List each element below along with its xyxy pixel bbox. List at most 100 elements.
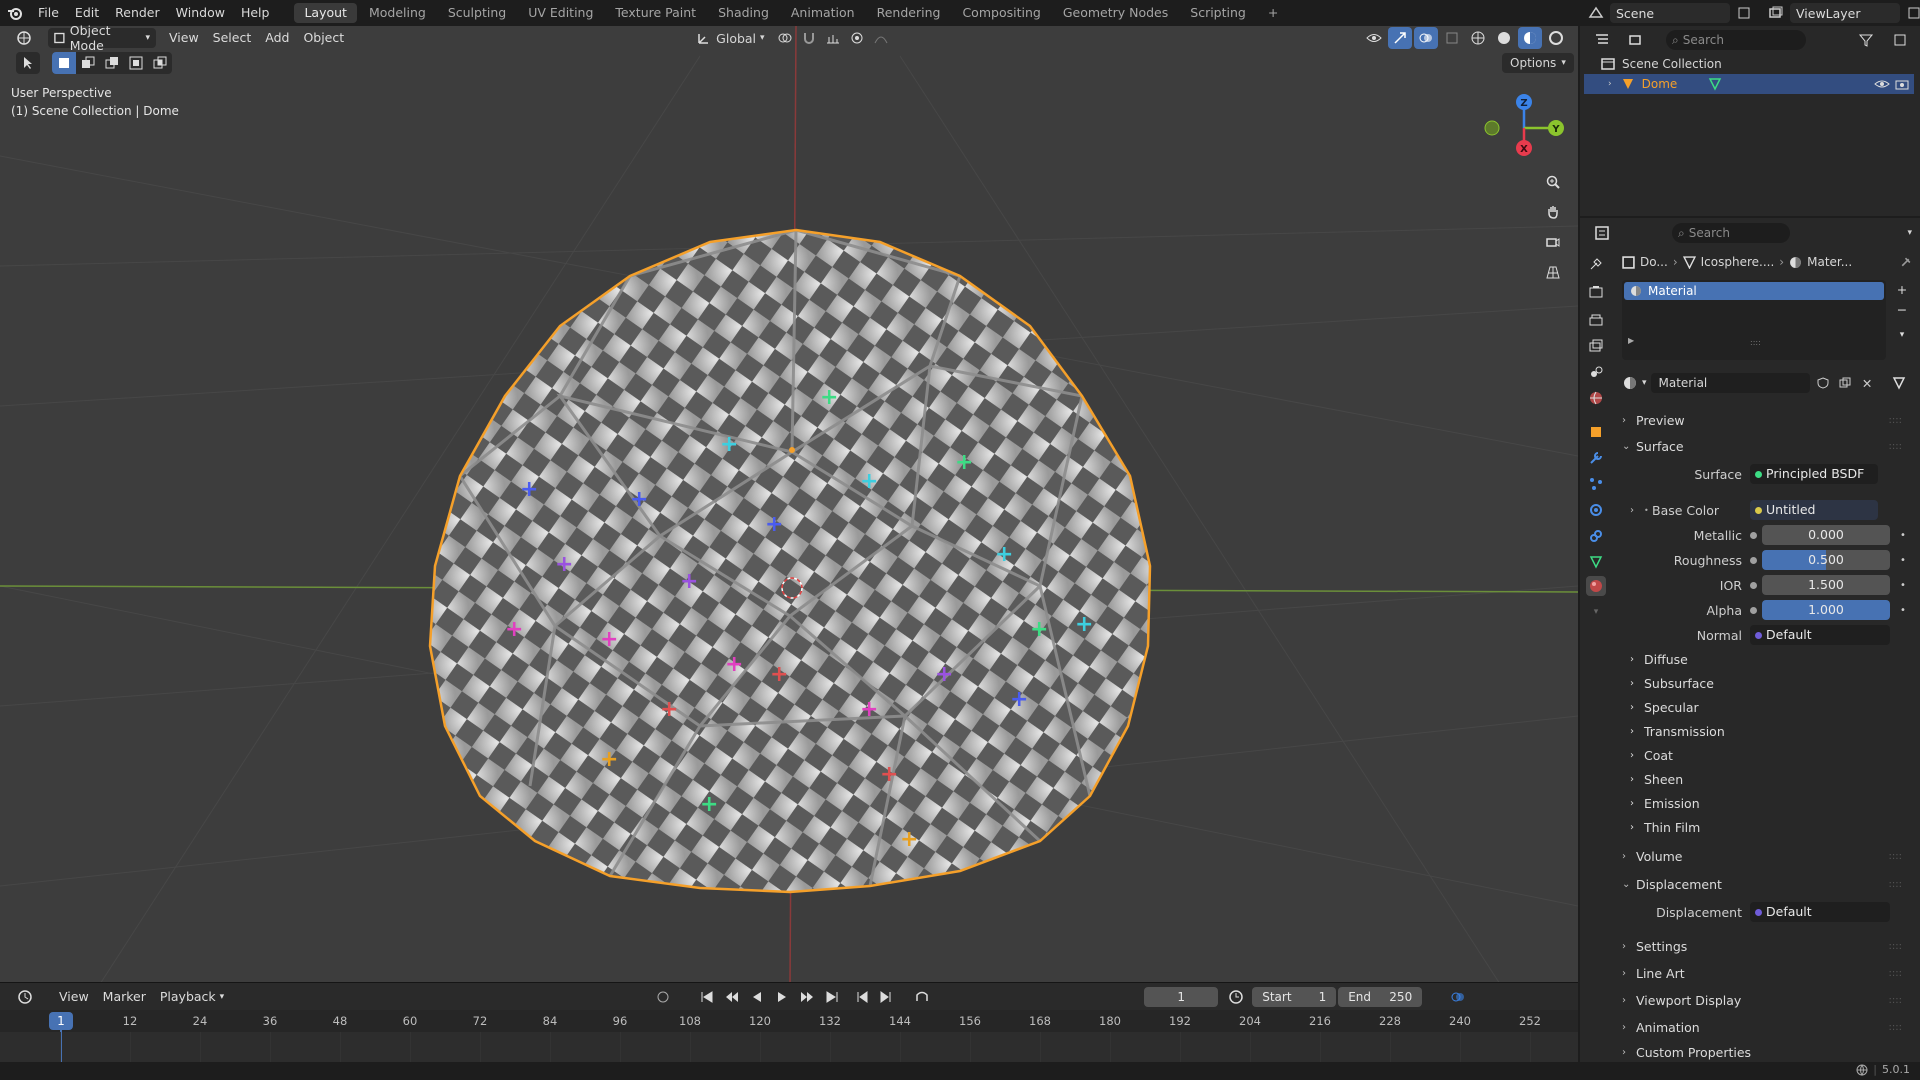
- snap-icon[interactable]: [797, 27, 821, 49]
- end-frame-field[interactable]: End 250: [1338, 986, 1423, 1007]
- output-tab-icon[interactable]: [1586, 310, 1606, 330]
- subpanel-diffuse[interactable]: › Diffuse: [1630, 648, 1900, 670]
- mesh-data-icon[interactable]: [1707, 76, 1723, 92]
- subtract-selection-icon[interactable]: [100, 52, 124, 74]
- material-browse-icon[interactable]: [1622, 375, 1638, 391]
- material-slot-list[interactable]: Material ▶ ::::: [1622, 280, 1886, 360]
- render-tab-icon[interactable]: [1586, 282, 1606, 302]
- unlink-close-icon[interactable]: ✕: [1858, 372, 1876, 394]
- timeline-editor-icon[interactable]: [10, 986, 40, 1008]
- modifier-tab-icon[interactable]: [1586, 448, 1606, 468]
- scene-selector[interactable]: Scene: [1588, 3, 1752, 23]
- next-keyframe-icon[interactable]: [795, 986, 819, 1008]
- tab-modeling[interactable]: Modeling: [359, 3, 436, 23]
- view-layer-tab-icon[interactable]: [1586, 336, 1606, 356]
- jump-start-icon[interactable]: [695, 986, 719, 1008]
- extend-selection-icon[interactable]: [76, 52, 100, 74]
- view-layer-field[interactable]: ViewLayer: [1790, 3, 1900, 23]
- 3d-viewport[interactable]: + + + + + + + + + + + + + + + + + + + + + + + +: [0, 26, 1578, 984]
- filter-icon[interactable]: [1854, 29, 1878, 51]
- tab-layout[interactable]: Layout: [294, 3, 357, 23]
- material-tab-icon[interactable]: [1586, 576, 1606, 596]
- play-reverse-icon[interactable]: [745, 986, 769, 1008]
- menu-window[interactable]: Window: [168, 0, 233, 26]
- section-surface[interactable]: ⌄ Surface::::: [1622, 434, 1912, 458]
- add-slot-icon[interactable]: +: [1892, 280, 1912, 298]
- falloff-icon[interactable]: [869, 27, 893, 49]
- options-dropdown[interactable]: Options ▾: [1502, 53, 1574, 73]
- drag-grip-icon[interactable]: ::::: [1889, 415, 1902, 426]
- drag-grip-icon[interactable]: ::::: [1889, 851, 1902, 862]
- preview-range-icon[interactable]: [1224, 986, 1248, 1008]
- tab-animation[interactable]: Animation: [781, 3, 865, 23]
- tool-tab-icon[interactable]: [1586, 254, 1606, 274]
- new-selection-icon[interactable]: [52, 52, 76, 74]
- section-viewport-display[interactable]: › Viewport Display::::: [1622, 988, 1912, 1012]
- section-preview[interactable]: › Preview::::: [1622, 408, 1912, 432]
- menu-object[interactable]: Object: [296, 27, 351, 49]
- view-layer-selector[interactable]: ViewLayer: [1768, 3, 1920, 23]
- invert-selection-icon[interactable]: [124, 52, 148, 74]
- surface-shader-field[interactable]: Principled BSDF: [1750, 464, 1878, 484]
- link-mode-icon[interactable]: [1886, 372, 1912, 394]
- menu-select[interactable]: Select: [206, 27, 259, 49]
- new-collection-icon[interactable]: [1888, 29, 1912, 51]
- drag-grip-icon[interactable]: ::::: [1889, 1022, 1902, 1033]
- editor-type-icon[interactable]: [6, 27, 42, 49]
- particles-tab-icon[interactable]: [1586, 474, 1606, 494]
- timeline-overlay-icon[interactable]: [1446, 986, 1470, 1008]
- mode-selector[interactable]: Object Mode ▾: [48, 23, 156, 53]
- expand-chevron-icon[interactable]: ›: [1608, 79, 1612, 89]
- frame-ruler[interactable]: 1 12 24 36 48 60 72 84 96 108 120 132 144 156 168 180 19…: [0, 1010, 1578, 1032]
- displacement-field[interactable]: Default: [1750, 902, 1890, 922]
- prev-keyframe-icon[interactable]: [720, 986, 744, 1008]
- drag-grip-icon[interactable]: ::::: [1889, 968, 1902, 979]
- tabs-more-icon[interactable]: ▾: [1586, 602, 1606, 622]
- drag-grip-icon[interactable]: ::::: [1889, 441, 1902, 452]
- new-view-layer-icon[interactable]: [1906, 5, 1920, 21]
- drag-grip-icon[interactable]: ::::: [1889, 879, 1902, 890]
- keyframe-dot-icon[interactable]: •: [1900, 555, 1906, 566]
- physics-tab-icon[interactable]: [1586, 500, 1606, 520]
- constraints-tab-icon[interactable]: [1586, 526, 1606, 546]
- select-tool-icon[interactable]: [16, 52, 40, 74]
- world-tab-icon[interactable]: [1586, 388, 1606, 408]
- chevron-down-icon[interactable]: ▾: [1907, 228, 1912, 238]
- rendered-shading-icon[interactable]: [1544, 27, 1568, 49]
- display-mode-icon[interactable]: [1624, 29, 1648, 51]
- new-scene-icon[interactable]: [1736, 5, 1752, 21]
- tab-rendering[interactable]: Rendering: [867, 3, 951, 23]
- blender-logo-icon[interactable]: [0, 5, 30, 21]
- normal-field[interactable]: Default: [1750, 625, 1890, 645]
- keyframe-dot-icon[interactable]: •: [1900, 530, 1906, 541]
- socket-dot-icon[interactable]: [1750, 531, 1757, 539]
- material-name-field[interactable]: Material: [1650, 373, 1811, 393]
- add-workspace-button[interactable]: +: [1258, 3, 1288, 23]
- subpanel-transmission[interactable]: › Transmission: [1630, 720, 1900, 742]
- visibility-icon[interactable]: [1362, 27, 1386, 49]
- proportional-edit-icon[interactable]: [845, 27, 869, 49]
- menu-file[interactable]: File: [30, 0, 67, 26]
- outliner-row-dome[interactable]: › Dome: [1584, 74, 1914, 94]
- fake-user-shield-icon[interactable]: [1814, 372, 1832, 394]
- subpanel-coat[interactable]: › Coat: [1630, 744, 1900, 766]
- outliner-editor-icon[interactable]: [1590, 29, 1614, 51]
- menu-view[interactable]: View: [162, 27, 206, 49]
- eye-icon[interactable]: [1874, 76, 1890, 92]
- drag-grip-icon[interactable]: ::::: [1889, 941, 1902, 952]
- section-displacement[interactable]: ⌄ Displacement::::: [1622, 872, 1912, 896]
- keyframe-track[interactable]: [0, 1032, 1578, 1062]
- scene-field[interactable]: Scene: [1610, 3, 1730, 23]
- orientation-selector[interactable]: Global ▾: [696, 30, 765, 46]
- next-marker-icon[interactable]: [874, 986, 898, 1008]
- subpanel-sheen[interactable]: › Sheen: [1630, 768, 1900, 790]
- section-line-art[interactable]: › Line Art::::: [1622, 961, 1912, 985]
- roughness-slider[interactable]: 0.500: [1762, 550, 1890, 570]
- start-frame-field[interactable]: Start 1: [1252, 986, 1337, 1007]
- section-settings[interactable]: › Settings::::: [1622, 934, 1912, 958]
- camera-view-icon[interactable]: [1539, 228, 1567, 256]
- section-custom-properties[interactable]: › Custom Properties: [1622, 1042, 1912, 1062]
- pin-icon[interactable]: [1899, 256, 1912, 269]
- ior-field[interactable]: 1.500: [1762, 575, 1890, 595]
- solid-shading-icon[interactable]: [1492, 27, 1516, 49]
